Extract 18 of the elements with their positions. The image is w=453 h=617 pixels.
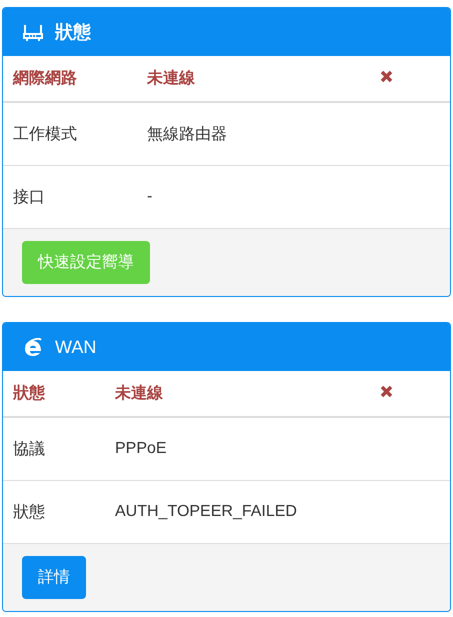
panel-title: 狀態	[55, 21, 91, 44]
row-value: -	[147, 188, 152, 205]
row-label: 協議	[13, 440, 45, 458]
setup-wizard-button[interactable]: 快速設定嚮導	[22, 241, 150, 284]
row-label: 狀態	[13, 504, 45, 520]
status-label: 狀態	[13, 385, 45, 402]
panel-title: WAN	[55, 336, 96, 358]
status-value: 未連線	[147, 70, 195, 87]
row-value: 無線路由器	[147, 126, 227, 142]
router-icon	[23, 24, 43, 40]
status-value: 未連線	[115, 385, 163, 402]
details-button[interactable]: 詳情	[22, 556, 86, 599]
row-value: AUTH_TOPEER_FAILED	[115, 503, 297, 520]
browser-icon	[23, 338, 43, 356]
status-label: 網際網路	[13, 70, 77, 87]
row-label: 接口	[13, 188, 45, 206]
row-value: PPPoE	[115, 440, 167, 457]
row-label: 工作模式	[13, 126, 77, 142]
